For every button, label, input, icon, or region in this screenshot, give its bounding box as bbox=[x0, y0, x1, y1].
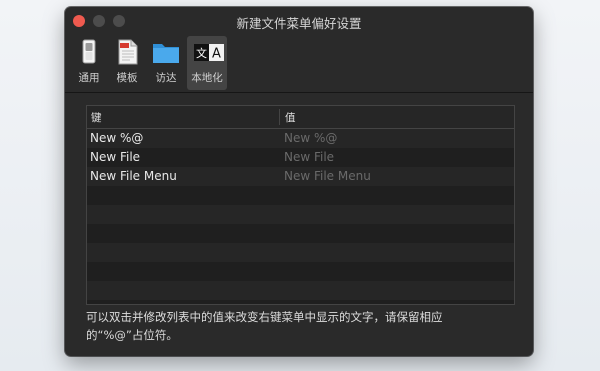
window-title: 新建文件菜单偏好设置 bbox=[236, 16, 362, 31]
help-text-line-1: 可以双击并修改列表中的值来改变右键菜单中显示的文字，请保留相应 bbox=[86, 310, 443, 324]
row-value[interactable]: New File Menu bbox=[284, 169, 371, 183]
row-key: New %@ bbox=[90, 131, 144, 145]
tab-localization-label: 本地化 bbox=[191, 72, 223, 84]
localization-icon: 文 A bbox=[193, 39, 224, 65]
tab-localization[interactable]: 文 A 本地化 bbox=[187, 36, 227, 90]
table-empty-row bbox=[87, 243, 514, 262]
preferences-window: 新建文件菜单偏好设置 通用 模板 访达 文 A 本地化 键 值 New %@ N… bbox=[65, 7, 533, 356]
tab-general[interactable]: 通用 bbox=[71, 36, 107, 90]
table-row[interactable]: New File New File bbox=[87, 148, 514, 167]
svg-text:A: A bbox=[212, 47, 221, 62]
help-text-line-2: 的“%@”占位符。 bbox=[86, 328, 178, 342]
switch-icon bbox=[75, 39, 103, 65]
title-bar[interactable]: 新建文件菜单偏好设置 bbox=[65, 7, 533, 34]
tab-general-label: 通用 bbox=[78, 72, 100, 84]
table-row[interactable]: New File Menu New File Menu bbox=[87, 167, 514, 186]
row-key: New File bbox=[90, 150, 141, 164]
table-empty-row bbox=[87, 205, 514, 224]
column-header-key[interactable]: 键 bbox=[91, 110, 102, 125]
table-header: 键 值 bbox=[87, 106, 514, 129]
tab-template-label: 模板 bbox=[116, 72, 138, 84]
table-empty-row bbox=[87, 224, 514, 243]
column-header-value[interactable]: 值 bbox=[285, 110, 296, 125]
localization-table[interactable]: 键 值 New %@ New %@ New File New File New … bbox=[86, 105, 515, 305]
svg-text:文: 文 bbox=[196, 46, 207, 60]
row-key: New File Menu bbox=[90, 169, 177, 183]
tab-finder[interactable]: 访达 bbox=[148, 36, 184, 90]
tab-template[interactable]: 模板 bbox=[109, 36, 145, 90]
table-empty-row bbox=[87, 186, 514, 205]
row-value[interactable]: New File bbox=[284, 150, 334, 164]
preferences-toolbar: 通用 模板 访达 文 A 本地化 bbox=[65, 34, 533, 93]
row-value[interactable]: New %@ bbox=[284, 131, 337, 145]
tab-finder-label: 访达 bbox=[155, 72, 177, 84]
table-empty-row bbox=[87, 262, 514, 281]
folder-icon bbox=[152, 39, 180, 65]
help-text: 可以双击并修改列表中的值来改变右键菜单中显示的文字，请保留相应 的“%@”占位符… bbox=[86, 308, 516, 344]
table-row[interactable]: New %@ New %@ bbox=[87, 129, 514, 148]
table-empty-row bbox=[87, 281, 514, 300]
column-divider[interactable] bbox=[279, 109, 280, 125]
file-template-icon bbox=[113, 39, 141, 65]
